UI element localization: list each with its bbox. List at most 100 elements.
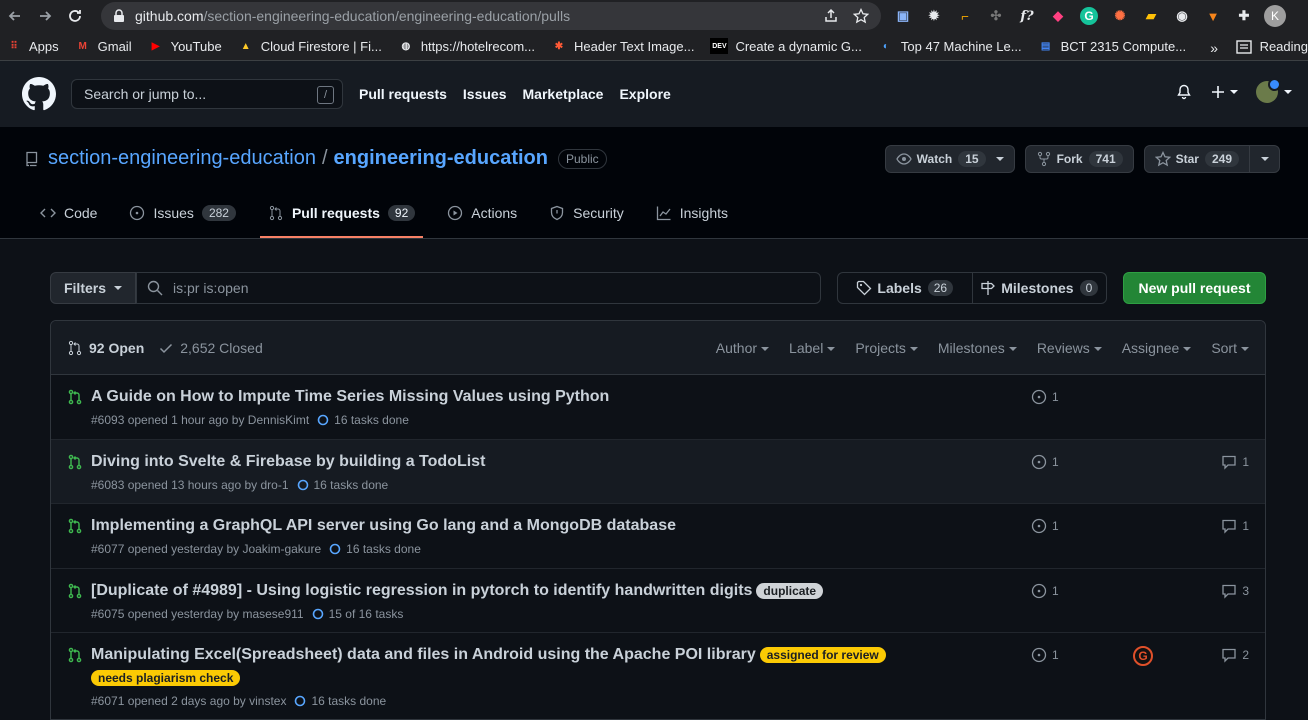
watch-button[interactable]: Watch 15 bbox=[884, 145, 1015, 173]
bookmark-item[interactable]: ◍ https://hotelrecom... bbox=[398, 38, 535, 54]
pr-opened-info: #6071 opened 2 days ago by vinstex bbox=[91, 694, 287, 708]
global-search-input[interactable]: Search or jump to... / bbox=[71, 79, 343, 109]
browser-profile-avatar[interactable]: K bbox=[1264, 5, 1286, 27]
color-picker-extension-icon[interactable]: ◆ bbox=[1047, 5, 1069, 27]
assignee-avatar[interactable]: G bbox=[1133, 646, 1153, 666]
reload-button[interactable] bbox=[60, 0, 90, 32]
table-row[interactable]: A Guide on How to Impute Time Series Mis… bbox=[51, 375, 1265, 440]
user-menu-dropdown[interactable] bbox=[1256, 78, 1292, 103]
reviews-filter-dropdown[interactable]: Reviews bbox=[1037, 340, 1102, 356]
globe-icon: ◍ bbox=[401, 40, 411, 52]
comments-link[interactable]: 1 bbox=[1221, 518, 1249, 534]
bookmark-item[interactable]: ⠿ Apps bbox=[6, 38, 58, 54]
bookmark-item[interactable]: ✱ Header Text Image... bbox=[551, 38, 695, 54]
forward-button[interactable] bbox=[30, 0, 60, 32]
bookmark-item[interactable]: ▲ Cloud Firestore | Fi... bbox=[238, 38, 382, 54]
open-filter-link[interactable]: 92 Open bbox=[67, 340, 144, 356]
back-button[interactable] bbox=[0, 0, 30, 32]
table-row[interactable]: Diving into Svelte & Firebase by buildin… bbox=[51, 440, 1265, 504]
comments-link[interactable]: 2 bbox=[1221, 647, 1249, 663]
fonts-extension-icon[interactable]: f? bbox=[1016, 5, 1038, 27]
star-icon bbox=[1154, 151, 1171, 167]
bookmark-star-icon[interactable] bbox=[853, 8, 869, 24]
tab-code[interactable]: Code bbox=[32, 190, 105, 238]
linked-issues-count: 1 bbox=[1052, 648, 1059, 662]
github-header: Search or jump to... / Pull requests Iss… bbox=[0, 61, 1308, 127]
nav-pull-requests[interactable]: Pull requests bbox=[359, 86, 447, 102]
bookmark-item[interactable]: ▤ BCT 2315 Compute... bbox=[1038, 38, 1186, 54]
linked-issues[interactable]: 1 bbox=[1031, 647, 1059, 663]
cookie-extension-icon[interactable]: ✺ bbox=[1109, 5, 1131, 27]
create-new-dropdown[interactable] bbox=[1210, 84, 1238, 100]
nav-explore[interactable]: Explore bbox=[619, 86, 670, 102]
table-row[interactable]: Manipulating Excel(Spreadsheet) data and… bbox=[51, 633, 1265, 719]
sort-dropdown[interactable]: Sort bbox=[1211, 340, 1249, 356]
star-button[interactable]: Star 249 bbox=[1143, 145, 1280, 173]
repo-owner-link[interactable]: section-engineering-education bbox=[48, 147, 316, 170]
reading-list-button[interactable]: Reading bbox=[1235, 39, 1308, 54]
chevron-down-icon bbox=[1284, 90, 1292, 94]
github-logo-icon[interactable] bbox=[22, 77, 56, 111]
label-badge[interactable]: needs plagiarism check bbox=[91, 670, 241, 686]
bookmark-item[interactable]: ◐ Top 47 Machine Le... bbox=[878, 38, 1022, 54]
bookmark-label: Gmail bbox=[97, 38, 132, 54]
author-filter-dropdown[interactable]: Author bbox=[716, 340, 770, 356]
repo-name-link[interactable]: engineering-education bbox=[334, 147, 548, 170]
pr-meta: #6071 opened 2 days ago by vinstex 16 tas… bbox=[91, 694, 386, 708]
filter-search-input[interactable]: is:pr is:open bbox=[136, 272, 821, 304]
gear-extension-icon[interactable]: ✹ bbox=[923, 5, 945, 27]
tab-insights[interactable]: Insights bbox=[648, 190, 736, 238]
bookmarks-overflow-button[interactable]: » bbox=[1210, 40, 1218, 56]
chevron-down-icon bbox=[909, 347, 918, 352]
ruler-extension-icon[interactable]: ⌐ bbox=[954, 5, 976, 27]
label-badge[interactable]: duplicate bbox=[756, 583, 824, 599]
screen-capture-extension-icon[interactable]: ▣ bbox=[892, 5, 914, 27]
reading-list-icon bbox=[1235, 39, 1252, 54]
comments-link[interactable]: 1 bbox=[1221, 454, 1249, 470]
puzzle-extensions-icon[interactable]: ✚ bbox=[1233, 5, 1255, 27]
milestones-filter-dropdown[interactable]: Milestones bbox=[938, 340, 1017, 356]
pr-title-link[interactable]: [Duplicate of #4989] - Using logistic re… bbox=[91, 582, 752, 600]
yellow-extension-icon[interactable]: ▰ bbox=[1140, 5, 1162, 27]
address-bar[interactable]: github.com/section-engineering-education… bbox=[101, 2, 881, 30]
tab-issues[interactable]: Issues 282 bbox=[121, 190, 244, 238]
grammarly-icon[interactable]: G bbox=[1078, 5, 1100, 27]
share-icon[interactable] bbox=[823, 8, 839, 24]
label-badge[interactable]: assigned for review bbox=[759, 647, 886, 663]
tab-pull-requests[interactable]: Pull requests 92 bbox=[259, 190, 424, 238]
milestones-link[interactable]: Milestones 0 bbox=[971, 273, 1107, 303]
pr-title-link[interactable]: Implementing a GraphQL API server using … bbox=[91, 517, 676, 535]
github-extension-icon[interactable]: ◉ bbox=[1171, 5, 1193, 27]
bookmark-item[interactable]: M Gmail bbox=[75, 38, 132, 54]
fork-button[interactable]: Fork 741 bbox=[1024, 145, 1134, 173]
pr-title-link[interactable]: A Guide on How to Impute Time Series Mis… bbox=[91, 388, 609, 406]
metamask-icon[interactable]: ▼ bbox=[1202, 5, 1224, 27]
closed-filter-link[interactable]: 2,652 Closed bbox=[158, 340, 263, 356]
assignee-filter-dropdown[interactable]: Assignee bbox=[1122, 340, 1192, 356]
nav-marketplace[interactable]: Marketplace bbox=[523, 86, 604, 102]
linked-issues[interactable]: 1 bbox=[1031, 518, 1059, 534]
pr-title-link[interactable]: Diving into Svelte & Firebase by buildin… bbox=[91, 453, 485, 471]
star-list-dropdown[interactable] bbox=[1249, 146, 1279, 172]
table-row[interactable]: Implementing a GraphQL API server using … bbox=[51, 504, 1265, 569]
tab-security[interactable]: Security bbox=[541, 190, 632, 238]
table-row[interactable]: [Duplicate of #4989] - Using logistic re… bbox=[51, 569, 1265, 633]
grid-extension-icon[interactable]: ✣ bbox=[985, 5, 1007, 27]
labels-link[interactable]: Labels 26 bbox=[838, 273, 972, 303]
bell-icon[interactable] bbox=[1176, 84, 1192, 100]
pr-title-link[interactable]: Manipulating Excel(Spreadsheet) data and… bbox=[91, 646, 756, 664]
bookmark-item[interactable]: ▶ YouTube bbox=[148, 38, 222, 54]
arrow-left-icon bbox=[8, 11, 20, 21]
bookmark-item[interactable]: DEV Create a dynamic G... bbox=[710, 38, 862, 54]
bookmark-label: https://hotelrecom... bbox=[420, 38, 535, 54]
linked-issues[interactable]: 1 bbox=[1031, 389, 1059, 405]
linked-issues[interactable]: 1 bbox=[1031, 583, 1059, 599]
projects-filter-dropdown[interactable]: Projects bbox=[855, 340, 918, 356]
filters-dropdown[interactable]: Filters bbox=[50, 272, 136, 304]
comments-link[interactable]: 3 bbox=[1221, 583, 1249, 599]
linked-issues[interactable]: 1 bbox=[1031, 454, 1059, 470]
label-filter-dropdown[interactable]: Label bbox=[789, 340, 836, 356]
new-pull-request-button[interactable]: New pull request bbox=[1123, 272, 1266, 304]
tab-actions[interactable]: Actions bbox=[439, 190, 525, 238]
nav-issues[interactable]: Issues bbox=[463, 86, 507, 102]
